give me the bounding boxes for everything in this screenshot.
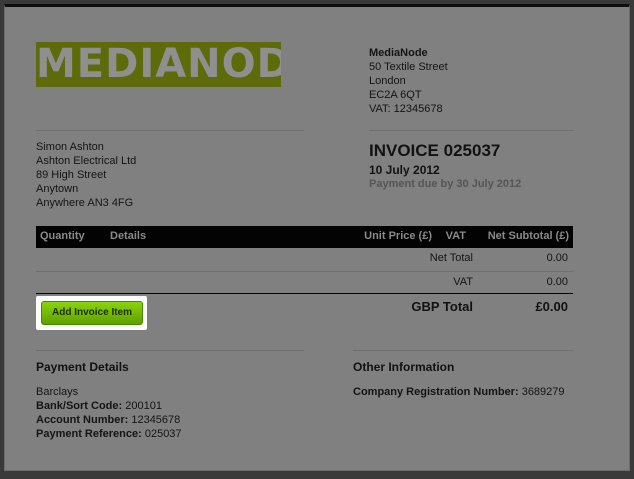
add-invoice-item-button[interactable]: Add Invoice Item bbox=[41, 301, 143, 325]
payment-reference-line: Payment Reference: 025037 bbox=[36, 427, 182, 441]
col-vat: VAT bbox=[445, 230, 466, 242]
company-address-line: 50 Textile Street bbox=[369, 61, 448, 73]
table-header: Quantity Details Unit Price (£) VAT Net … bbox=[36, 226, 573, 248]
vat-label: VAT bbox=[453, 276, 473, 288]
account-number-value: 12345678 bbox=[128, 414, 181, 426]
client-address: Simon Ashton Ashton Electrical Ltd 89 Hi… bbox=[36, 140, 136, 210]
col-unit-price: Unit Price (£) bbox=[364, 230, 432, 242]
col-net-subtotal: Net Subtotal (£) bbox=[487, 230, 569, 242]
gbp-total-value: £0.00 bbox=[535, 299, 568, 314]
client-line: Anywhere AN3 4FG bbox=[36, 197, 134, 209]
sort-code-value: 200101 bbox=[122, 400, 162, 412]
divider bbox=[369, 130, 573, 131]
divider bbox=[36, 350, 304, 351]
client-line: 89 High Street bbox=[36, 169, 107, 181]
payment-details-heading: Payment Details bbox=[36, 360, 129, 374]
invoice-page: MEDIANODE MediaNode 50 Textile Street Lo… bbox=[4, 4, 630, 471]
net-total-value: 0.00 bbox=[546, 252, 568, 264]
payment-due: Payment due by 30 July 2012 bbox=[369, 178, 522, 190]
client-line: Anytown bbox=[36, 183, 79, 195]
other-information-heading: Other Information bbox=[353, 360, 455, 374]
company-registration-label: Company Registration Number: bbox=[353, 386, 519, 398]
net-total-label: Net Total bbox=[429, 252, 473, 264]
client-line: Simon Ashton bbox=[36, 141, 104, 153]
account-number-label: Account Number: bbox=[36, 414, 129, 426]
sort-code-label: Bank/Sort Code: bbox=[36, 400, 123, 412]
table-row-divider bbox=[36, 271, 573, 272]
gbp-total-label: GBP Total bbox=[411, 299, 473, 314]
company-vat: VAT: 12345678 bbox=[369, 103, 443, 115]
medianode-logo: MEDIANODE bbox=[36, 42, 281, 87]
vat-value: 0.00 bbox=[546, 276, 568, 288]
divider bbox=[353, 350, 573, 351]
divider bbox=[36, 130, 304, 131]
total-divider bbox=[36, 293, 573, 294]
invoice-title: INVOICE 025037 bbox=[369, 141, 501, 160]
account-number-line: Account Number: 12345678 bbox=[36, 413, 182, 427]
sort-code-line: Bank/Sort Code: 200101 bbox=[36, 399, 182, 413]
col-details: Details bbox=[110, 230, 147, 242]
bank-name: Barclays bbox=[36, 386, 79, 398]
col-quantity: Quantity bbox=[40, 230, 85, 242]
payment-details: Barclays Bank/Sort Code: 200101 Account … bbox=[36, 385, 182, 441]
invoice-date: 10 July 2012 bbox=[369, 163, 440, 177]
client-line: Ashton Electrical Ltd bbox=[36, 155, 137, 167]
company-address-line: EC2A 6QT bbox=[369, 89, 422, 101]
payment-reference-value: 025037 bbox=[141, 428, 182, 440]
company-name: MediaNode bbox=[369, 47, 428, 59]
company-address: MediaNode 50 Textile Street London EC2A … bbox=[369, 46, 448, 116]
company-address-line: London bbox=[369, 75, 406, 87]
company-registration-line: Company Registration Number: 3689279 bbox=[353, 385, 565, 399]
company-registration-value: 3689279 bbox=[518, 386, 565, 398]
payment-reference-label: Payment Reference: bbox=[36, 428, 142, 440]
